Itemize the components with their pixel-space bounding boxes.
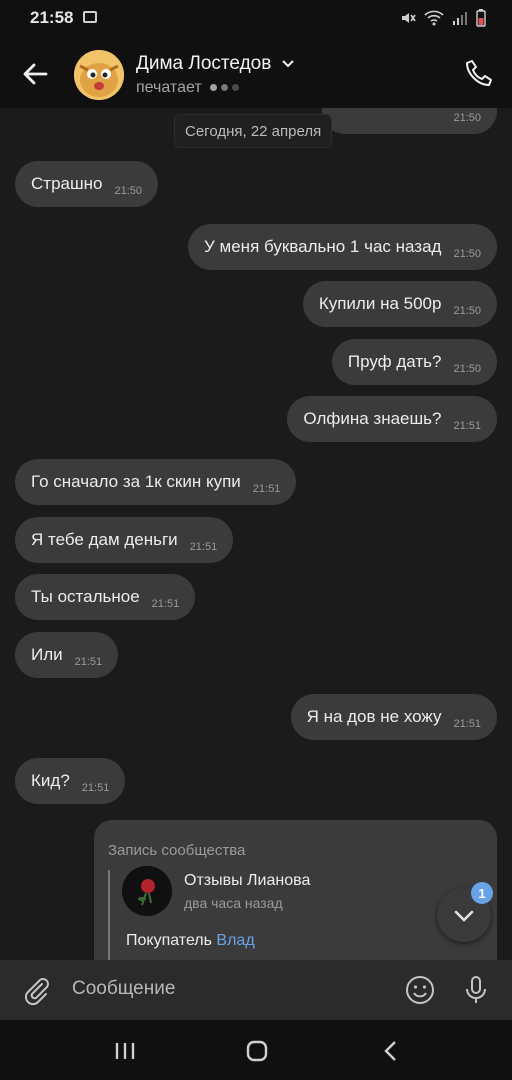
message-text: Я тебе дам деньги — [31, 530, 178, 549]
recent-apps-icon[interactable] — [110, 1036, 140, 1066]
status-time: 21:58 — [30, 8, 74, 27]
message-text: У меня буквально 1 час назад — [204, 237, 442, 256]
status-bar: 21:58 — [0, 0, 512, 40]
message-time: 21:50 — [453, 363, 481, 375]
message-bubble-outgoing[interactable]: Олфина знаешь? 21:51 — [287, 396, 497, 442]
message-time: 21:51 — [74, 656, 103, 668]
message-bubble-outgoing[interactable]: 21:50 — [322, 108, 497, 134]
message-text: Страшно — [31, 174, 103, 193]
avatar-image — [74, 50, 124, 100]
message-time: 21:50 — [453, 112, 481, 124]
message-bubble-incoming[interactable]: Или 21:51 — [15, 632, 119, 678]
date-separator: Сегодня, 22 апреля — [174, 114, 333, 148]
message-bubble-outgoing[interactable]: Я на дов не хожу 21:51 — [290, 694, 497, 740]
message-bubble-incoming[interactable]: Кид? 21:51 — [15, 758, 126, 804]
message-time: 21:51 — [453, 420, 481, 432]
message-time: 21:50 — [114, 185, 142, 197]
message-text: Олфина знаешь? — [303, 409, 442, 428]
message-composer: Сообщение — [0, 960, 512, 1020]
typing-dot — [210, 84, 218, 92]
message-text: Или — [31, 645, 63, 664]
rose-icon — [122, 866, 172, 916]
microphone-icon[interactable] — [460, 974, 492, 1006]
emoji-icon[interactable] — [404, 974, 436, 1006]
gallery-notification-icon — [83, 11, 97, 23]
community-avatar[interactable] — [122, 866, 172, 916]
battery-icon — [476, 9, 486, 27]
message-text: Купили на 500р — [318, 294, 442, 313]
status-icons — [400, 9, 486, 27]
message-text: Кид? — [31, 771, 70, 790]
community-name[interactable]: Отзывы Лианова — [184, 872, 310, 890]
message-time: 21:51 — [189, 541, 218, 553]
typing-status-text: печатает — [136, 79, 202, 96]
typing-dot — [232, 84, 240, 92]
typing-dot — [221, 84, 229, 92]
post-text-prefix: Покупатель — [126, 932, 217, 949]
message-bubble-incoming[interactable]: Страшно 21:50 — [15, 161, 158, 207]
phone-icon[interactable] — [464, 58, 494, 88]
message-input[interactable]: Сообщение — [72, 978, 175, 1000]
paperclip-icon[interactable] — [20, 974, 52, 1006]
contact-name-text: Дима Лостедов — [136, 53, 272, 74]
message-bubble-outgoing[interactable]: Пруф дать? 21:50 — [331, 339, 497, 385]
chat-header: Дима Лостедов печатает — [0, 40, 512, 108]
contact-name[interactable]: Дима Лостедов — [136, 53, 295, 75]
message-bubble-incoming[interactable]: Го сначало за 1к скин купи 21:51 — [15, 459, 297, 505]
typing-status: печатает — [136, 79, 240, 97]
post-text: Покупатель Влад — [126, 932, 255, 950]
wifi-icon — [424, 10, 444, 26]
message-time: 21:51 — [151, 598, 180, 610]
message-text: Го сначало за 1к скин купи — [31, 472, 241, 491]
back-icon[interactable] — [376, 1036, 406, 1066]
home-icon[interactable] — [242, 1036, 272, 1066]
signal-icon — [453, 12, 467, 25]
message-text: Я на дов не хожу — [306, 707, 442, 726]
mention-link[interactable]: Влад — [216, 932, 254, 949]
message-time: 21:51 — [252, 483, 281, 495]
post-timestamp: два часа назад — [184, 895, 283, 911]
contact-avatar[interactable] — [74, 50, 124, 100]
mute-icon — [402, 13, 416, 23]
message-time: 21:51 — [453, 718, 481, 730]
back-arrow-icon[interactable] — [18, 56, 54, 92]
message-list[interactable]: 21:50 Сегодня, 22 апреля Страшно 21:50 У… — [0, 108, 512, 960]
message-bubble-incoming[interactable]: Я тебе дам деньги 21:51 — [15, 517, 234, 563]
message-time: 21:50 — [453, 248, 481, 260]
quote-bar — [108, 870, 110, 960]
message-bubble-outgoing[interactable]: Купили на 500р 21:50 — [302, 281, 497, 327]
message-text: Пруф дать? — [347, 352, 442, 371]
message-text: Ты остальное — [31, 587, 140, 606]
message-bubble-outgoing[interactable]: У меня буквально 1 час назад 21:50 — [188, 224, 497, 270]
shared-post-label: Запись сообщества — [108, 842, 246, 859]
system-nav-bar — [0, 1020, 512, 1080]
message-time: 21:50 — [453, 305, 481, 317]
message-bubble-incoming[interactable]: Ты остальное 21:51 — [15, 574, 196, 620]
unread-badge: 1 — [471, 882, 493, 904]
message-time: 21:51 — [81, 782, 110, 794]
chevron-down-icon[interactable] — [281, 59, 295, 69]
